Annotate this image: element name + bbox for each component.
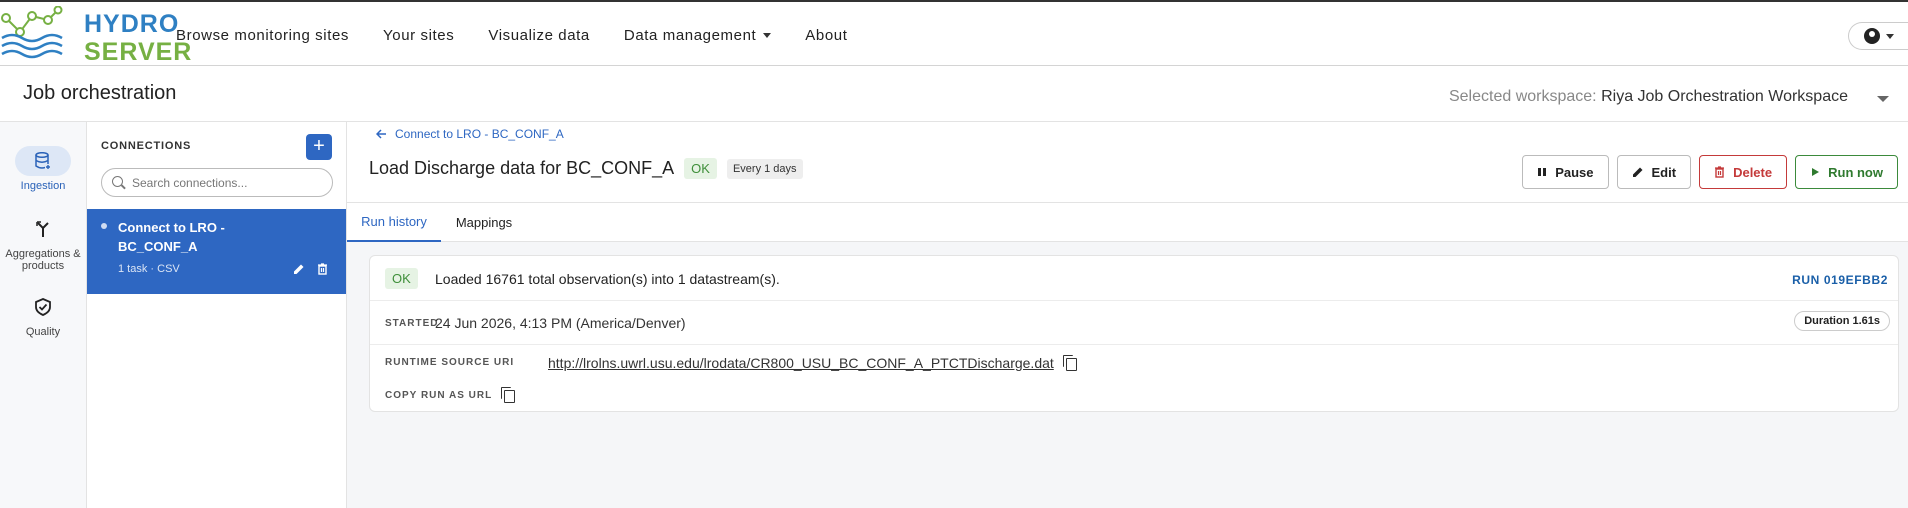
job-title: Load Discharge data for BC_CONF_A [369,158,675,178]
tab-mappings[interactable]: Mappings [441,203,527,242]
job-title-row: Load Discharge data for BC_CONF_A OK Eve… [369,158,803,179]
pause-icon [1538,168,1547,176]
copy-run-label: COPY RUN AS URL [385,389,493,401]
top-navbar: HYDRO SERVER Browse monitoring sites You… [0,0,1908,66]
nav-visualize-data[interactable]: Visualize data [488,27,590,44]
workspace-label: Selected workspace: [1448,88,1597,105]
nav-label: Data management [623,26,757,44]
connection-actions [293,263,328,278]
run-started-row: STARTED 24 Jun 2026, 4:13 PM (America/De… [370,301,1898,345]
runtime-source-label: RUNTIME SOURCE URI [385,357,515,368]
shield-check-icon [15,292,71,322]
nav-your-sites[interactable]: Your sites [383,27,454,44]
runtime-source-uri: http://lrolns.uwrl.usu.edu/lrodata/CR800… [548,355,1077,371]
workspace-dropdown-icon[interactable] [1877,96,1889,102]
rail-item-quality[interactable]: Quality [0,292,86,338]
button-label: Run now [1828,164,1883,180]
connections-search[interactable] [101,168,333,197]
copy-run-as-url[interactable]: COPY RUN AS URL [385,387,516,403]
trash-icon [1715,166,1725,178]
back-link-label: Connect to LRO - BC_CONF_A [395,127,564,141]
main-content: Connect to LRO - BC_CONF_A Load Discharg… [347,122,1908,508]
started-label: STARTED [385,318,439,329]
back-to-connection-link[interactable]: Connect to LRO - BC_CONF_A [376,127,564,141]
chevron-down-icon [1885,33,1894,39]
search-icon [112,176,123,187]
edit-connection-icon[interactable] [293,263,305,278]
hydroserver-logo[interactable]: HYDRO SERVER [0,4,191,66]
logo-graph-icon [1,6,63,59]
workspace-selector[interactable]: Selected workspace: Riya Job Orchestrati… [1449,88,1848,106]
run-now-button[interactable]: Run now [1795,155,1898,189]
play-icon [1812,168,1820,176]
pause-button[interactable]: Pause [1522,155,1609,189]
rail-item-ingestion[interactable]: Ingestion [0,146,86,192]
nav-label: Visualize data [488,26,590,44]
run-card: OK Loaded 16761 total observation(s) int… [369,255,1899,412]
page-title: Job orchestration [23,82,177,104]
account-menu-button[interactable] [1848,22,1908,50]
connection-name: Connect to LRO - BC_CONF_A [118,220,225,254]
button-label: Delete [1733,164,1773,180]
button-label: Edit [1651,164,1677,180]
edit-button[interactable]: Edit [1616,155,1692,189]
copy-icon[interactable] [1062,355,1077,371]
nav-about[interactable]: About [805,27,847,44]
rail-label: Aggregations & products [5,248,81,272]
duration-badge: Duration 1.61s [1794,311,1890,331]
status-dot [101,223,107,229]
nav-label: Browse monitoring sites [176,26,350,44]
started-value: 24 Jun 2026, 4:13 PM (America/Denver) [435,315,686,331]
run-source-row: RUNTIME SOURCE URI http://lrolns.uwrl.us… [370,345,1898,411]
connections-heading: CONNECTIONS [101,140,192,152]
run-message: Loaded 16761 total observation(s) into 1… [435,271,780,287]
delete-connection-icon[interactable] [317,263,328,278]
connections-panel: CONNECTIONS + Connect to LRO - BC_CONF_A… [87,122,347,508]
arrow-left-icon [376,129,386,139]
workspace-name: Riya Job Orchestration Workspace [1601,88,1848,105]
nav-browse-monitoring-sites[interactable]: Browse monitoring sites [176,27,349,44]
add-connection-button[interactable]: + [306,134,332,160]
user-circle-icon [1863,28,1880,44]
chevron-down-icon [763,32,772,38]
merge-icon [15,214,71,244]
job-schedule-badge: Every 1 days [726,158,803,179]
job-header: Connect to LRO - BC_CONF_A Load Discharg… [347,122,1908,202]
job-actions: Pause Edit Delete Run now [1522,155,1898,189]
search-input[interactable] [132,174,327,192]
left-rail: Ingestion Aggregations & products Qualit… [0,122,87,508]
connection-item-selected[interactable]: Connect to LRO - BC_CONF_A 1 task · CSV [87,209,346,294]
tab-run-history[interactable]: Run history [347,203,441,242]
connection-meta: 1 task · CSV [118,263,180,275]
job-status-badge: OK [684,158,717,179]
database-icon [15,146,71,176]
runtime-source-link[interactable]: http://lrolns.uwrl.usu.edu/lrodata/CR800… [548,355,1054,371]
delete-button[interactable]: Delete [1699,155,1788,189]
copy-icon [501,387,516,403]
rail-item-aggregations[interactable]: Aggregations & products [0,214,86,272]
run-status-badge: OK [385,268,418,289]
run-summary-row: OK Loaded 16761 total observation(s) int… [370,256,1898,301]
run-id-link[interactable]: RUN 019EFBB2 [1792,273,1888,287]
main-nav: Browse monitoring sites Your sites Visua… [176,2,882,68]
nav-label: Your sites [383,26,455,44]
nav-data-management[interactable]: Data management [623,26,772,44]
pencil-icon [1632,167,1643,177]
page-header: Job orchestration Selected workspace: Ri… [0,66,1908,122]
button-label: Pause [1555,164,1594,180]
job-tabs: Run history Mappings [347,202,1908,242]
rail-label: Quality [25,326,61,338]
nav-label: About [805,26,848,44]
rail-label: Ingestion [20,180,66,192]
